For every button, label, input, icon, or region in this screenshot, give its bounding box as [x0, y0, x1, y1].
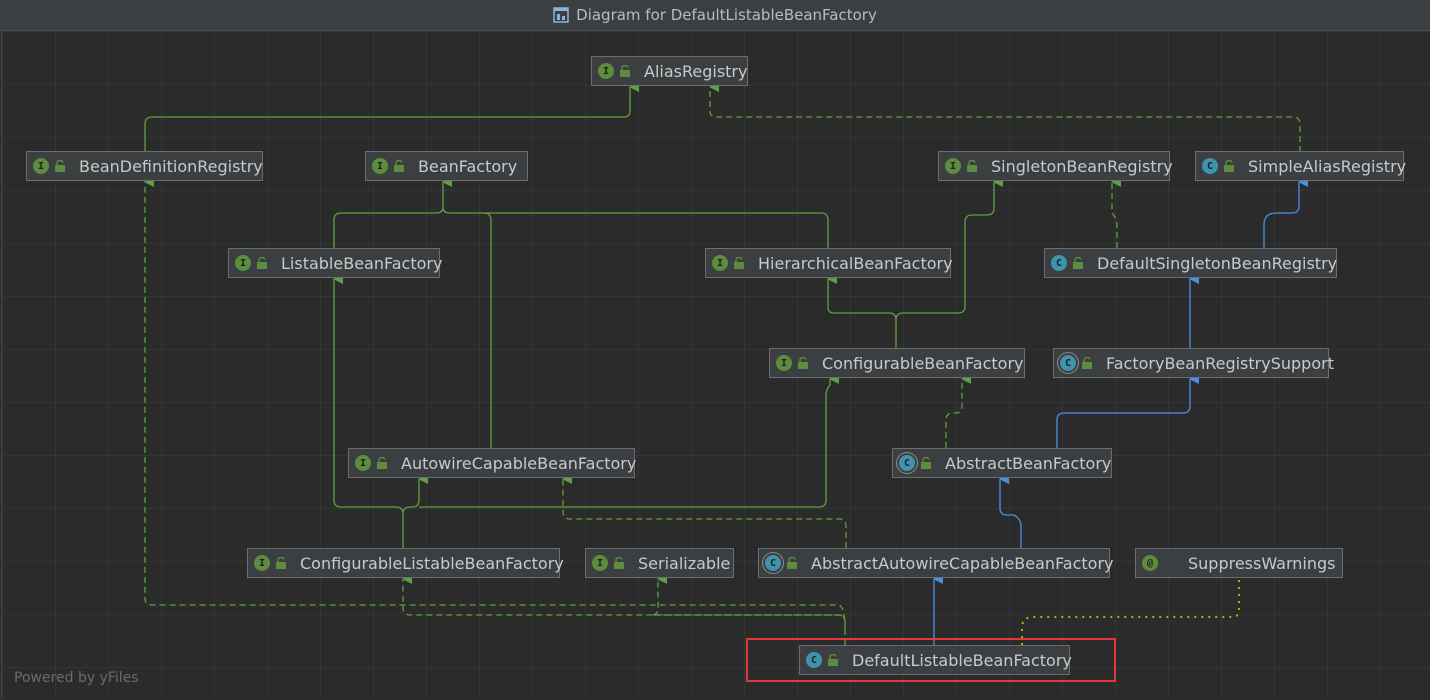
node-label: Serializable	[638, 553, 731, 573]
interface-icon: I	[355, 455, 371, 471]
interface-icon: I	[33, 158, 49, 174]
lock-open-icon	[1224, 160, 1234, 172]
diagram-icon	[553, 7, 569, 23]
node-default-singleton-bean-registry[interactable]: C DefaultSingletonBeanRegistry	[1044, 248, 1337, 278]
lock-open-icon	[921, 457, 931, 469]
node-serializable[interactable]: I Serializable	[585, 548, 734, 578]
node-label: ConfigurableBeanFactory	[822, 353, 1024, 373]
node-bean-factory[interactable]: I BeanFactory	[365, 151, 528, 181]
node-label: DefaultSingletonBeanRegistry	[1097, 253, 1338, 273]
node-configurable-listable-bean-factory[interactable]: I ConfigurableListableBeanFactory	[247, 548, 564, 578]
node-abstract-bean-factory[interactable]: C AbstractBeanFactory	[892, 448, 1112, 478]
node-factory-bean-registry-support[interactable]: C FactoryBeanRegistrySupport	[1053, 348, 1334, 378]
node-label: FactoryBeanRegistrySupport	[1106, 353, 1334, 373]
lock-open-icon	[620, 65, 630, 77]
interface-icon: I	[945, 158, 961, 174]
lock-open-icon	[798, 357, 808, 369]
node-bean-definition-registry[interactable]: I BeanDefinitionRegistry	[26, 151, 263, 181]
node-label: SimpleAliasRegistry	[1248, 156, 1407, 176]
node-label: AutowireCapableBeanFactory	[401, 453, 637, 473]
node-abstract-autowire-capable-bean-factory[interactable]: C AbstractAutowireCapableBeanFactory	[758, 548, 1114, 578]
node-listable-bean-factory[interactable]: I ListableBeanFactory	[228, 248, 443, 278]
node-label: ListableBeanFactory	[281, 253, 443, 273]
window-title-bar: Diagram for DefaultListableBeanFactory	[0, 0, 1430, 31]
node-label: SuppressWarnings	[1188, 553, 1336, 573]
lock-open-icon	[394, 160, 404, 172]
class-icon: C	[1202, 158, 1218, 174]
class-icon: C	[1051, 255, 1067, 271]
interface-icon: I	[592, 555, 608, 571]
interface-icon: I	[776, 355, 792, 371]
node-label: AliasRegistry	[644, 61, 748, 81]
interface-icon: I	[254, 555, 270, 571]
window-title: Diagram for DefaultListableBeanFactory	[576, 6, 877, 24]
node-label: HierarchicalBeanFactory	[758, 253, 953, 273]
node-suppress-warnings[interactable]: @ SuppressWarnings	[1135, 548, 1343, 578]
lock-open-icon	[614, 557, 624, 569]
interface-icon: I	[712, 255, 728, 271]
node-singleton-bean-registry[interactable]: I SingletonBeanRegistry	[938, 151, 1173, 181]
node-label: BeanDefinitionRegistry	[79, 156, 263, 176]
lock-open-icon	[967, 160, 977, 172]
interface-icon: I	[598, 63, 614, 79]
node-label: SingletonBeanRegistry	[991, 156, 1173, 176]
node-autowire-capable-bean-factory[interactable]: I AutowireCapableBeanFactory	[348, 448, 637, 478]
lock-open-icon	[276, 557, 286, 569]
annotation-icon: @	[1142, 555, 1158, 571]
lock-open-icon	[787, 557, 797, 569]
node-label: AbstractBeanFactory	[945, 453, 1112, 473]
powered-by-label: Powered by yFiles	[14, 670, 139, 686]
abstract-class-icon: C	[1060, 355, 1076, 371]
interface-icon: I	[372, 158, 388, 174]
abstract-class-icon: C	[899, 455, 915, 471]
selection-highlight-box	[746, 638, 1116, 682]
node-simple-alias-registry[interactable]: C SimpleAliasRegistry	[1195, 151, 1407, 181]
node-label: ConfigurableListableBeanFactory	[300, 553, 564, 573]
lock-open-icon	[734, 257, 744, 269]
abstract-class-icon: C	[765, 555, 781, 571]
node-label: AbstractAutowireCapableBeanFactory	[811, 553, 1114, 573]
node-label: BeanFactory	[418, 156, 518, 176]
lock-open-icon	[1073, 257, 1083, 269]
node-alias-registry[interactable]: I AliasRegistry	[591, 56, 748, 86]
lock-open-icon	[1082, 357, 1092, 369]
lock-open-icon	[55, 160, 65, 172]
interface-icon: I	[235, 255, 251, 271]
node-configurable-bean-factory[interactable]: I ConfigurableBeanFactory	[769, 348, 1025, 378]
lock-open-icon	[257, 257, 267, 269]
lock-open-icon	[377, 457, 387, 469]
node-hierarchical-bean-factory[interactable]: I HierarchicalBeanFactory	[705, 248, 953, 278]
